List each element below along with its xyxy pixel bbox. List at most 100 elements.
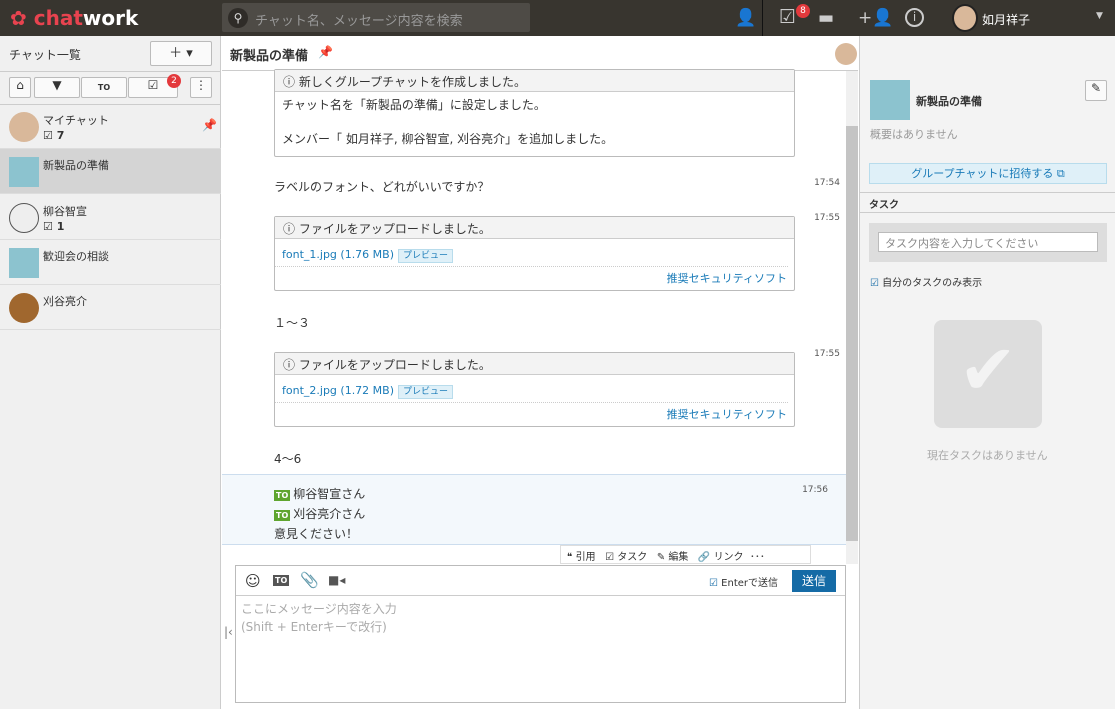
checkbox-icon: ☑: [709, 578, 718, 589]
label: リンク: [713, 552, 744, 563]
user-avatar[interactable]: [952, 4, 978, 32]
right-panel: 新製品の準備 ✎ 概要はありません グループチャットに招待する ⧉ タスク タス…: [859, 36, 1115, 709]
room-summary: 概要はありません: [870, 128, 958, 141]
sidebar-title: チャット一覧: [9, 48, 81, 62]
empty-task-icon: ✔: [934, 320, 1042, 428]
to-name: 刈谷亮介さん: [293, 507, 366, 521]
video-icon[interactable]: ■◂: [328, 573, 345, 587]
label: 引用: [575, 552, 596, 563]
preview-button[interactable]: プレビュー: [398, 249, 454, 263]
edit-button[interactable]: ✎ 編集: [657, 552, 689, 563]
pin-icon[interactable]: 📌: [318, 45, 333, 59]
invite-button[interactable]: グループチャットに招待する ⧉: [869, 163, 1107, 184]
file-message: ⓘ ファイルをアップロードしました。 font_1.jpg (1.76 MB) プ…: [274, 216, 795, 291]
chat-item[interactable]: 柳谷智宣 ☑ 1: [0, 195, 221, 240]
category-button[interactable]: ⋮: [190, 77, 212, 98]
chat-item-selected[interactable]: 新製品の準備: [0, 149, 221, 194]
task-badge: 8: [796, 4, 810, 18]
chat-item[interactable]: 刈谷亮介: [0, 285, 221, 330]
task-icon[interactable]: ☑: [779, 6, 796, 28]
to-filter-button[interactable]: TO: [81, 77, 127, 98]
search-placeholder: チャット名、メッセージ内容を検索: [255, 14, 463, 29]
label: タスク: [617, 552, 648, 563]
avatar: [9, 293, 39, 323]
task-count: ☑ 7: [43, 129, 65, 142]
group-icon: [9, 157, 39, 187]
count: 7: [56, 129, 65, 142]
more-button[interactable]: ･･･: [750, 552, 765, 563]
sys-header: ファイルをアップロードしました。: [298, 222, 491, 236]
pin-icon[interactable]: 📌: [202, 118, 217, 132]
user-menu-caret-icon[interactable]: ▼: [1096, 11, 1103, 21]
room-name: 新製品の準備: [916, 95, 982, 108]
system-message: ⓘ 新しくグループチャットを作成しました。 チャット名を「新製品の準備」に設定し…: [274, 69, 795, 157]
task-input[interactable]: タスク内容を入力してください: [878, 232, 1098, 252]
chat-name: 歓迎会の相談: [43, 250, 109, 263]
composer: ☺ TO 📎 ■◂ ☑ Enterで送信 送信 ここにメッセージ内容を入力 (S…: [235, 565, 846, 703]
placeholder: ここにメッセージ内容を入力: [241, 602, 397, 616]
chatwork-logo[interactable]: ✿ chatwork: [10, 6, 138, 30]
add-chat-button[interactable]: ＋ ▾: [150, 41, 212, 66]
message-text: 意見ください！: [274, 527, 359, 541]
collapse-left-icon[interactable]: |‹: [224, 625, 233, 639]
to-name: 柳谷智宣さん: [293, 487, 366, 501]
task-count: ☑ 1: [43, 220, 65, 233]
avatar: [9, 203, 39, 233]
chat-item-mychat[interactable]: マイチャット ☑ 7 📌: [0, 104, 221, 149]
file-link[interactable]: font_1.jpg (1.76 MB): [282, 248, 394, 261]
member: 如月祥子,: [345, 132, 398, 146]
chat-item[interactable]: 歓迎会の相談: [0, 240, 221, 285]
file-message: ⓘ ファイルをアップロードしました。 font_2.jpg (1.72 MB) プ…: [274, 352, 795, 427]
sys-line: チャット名を「新製品の準備」に設定しました。: [282, 98, 546, 112]
home-filter-button[interactable]: ⌂: [9, 77, 31, 98]
chat-name: 柳谷智宣: [43, 205, 87, 218]
sys-text: 」を追加しました。: [505, 132, 614, 146]
security-link[interactable]: 推奨セキュリティソフト: [667, 272, 787, 285]
chat-header: 新製品の準備 📌 +: [222, 36, 970, 71]
enter-send-checkbox[interactable]: ☑ Enterで送信: [709, 574, 778, 589]
add-contact-icon[interactable]: +👤: [858, 8, 893, 28]
unread-filter-button[interactable]: ▼: [34, 77, 80, 98]
file-link[interactable]: font_2.jpg (1.72 MB): [282, 384, 394, 397]
quote-button[interactable]: ❝ 引用: [567, 552, 596, 563]
message-input[interactable]: ここにメッセージ内容を入力 (Shift + Enterキーで改行): [236, 596, 845, 640]
logo-text-a: chat: [33, 6, 83, 30]
task-button[interactable]: ☑ タスク: [605, 552, 647, 563]
message-time: 17:56: [802, 485, 828, 495]
group-icon: [870, 80, 910, 120]
send-button[interactable]: 送信: [792, 570, 836, 592]
to-tag: TO: [274, 510, 291, 521]
info-icon: ⓘ: [283, 75, 299, 89]
group-icon: [9, 248, 39, 278]
member: 柳谷智宣,: [401, 132, 454, 146]
member-avatar[interactable]: [835, 43, 857, 65]
scrollbar[interactable]: [846, 71, 858, 564]
user-name[interactable]: 如月祥子: [982, 11, 1030, 28]
security-link[interactable]: 推奨セキュリティソフト: [667, 408, 787, 421]
support-icon[interactable]: 👤: [735, 8, 756, 28]
attach-icon[interactable]: 📎: [300, 571, 319, 589]
edit-room-button[interactable]: ✎: [1085, 80, 1107, 101]
task-icon: ☑: [147, 78, 159, 92]
my-tasks-checkbox[interactable]: ☑ 自分のタスクのみ表示: [870, 274, 982, 289]
info-icon: ⓘ: [283, 222, 299, 236]
message-action-bar: ❝ 引用 ☑ タスク ✎ 編集 🔗 リンク ･･･: [560, 545, 811, 564]
to-button[interactable]: TO: [273, 575, 290, 586]
sys-header: 新しくグループチャットを作成しました。: [298, 75, 526, 89]
chat-name: マイチャット: [43, 114, 109, 127]
message-text: １～３: [274, 316, 311, 330]
link-button[interactable]: 🔗 リンク: [698, 552, 744, 563]
to-tag: TO: [274, 490, 291, 501]
folder-icon[interactable]: ▬: [818, 8, 834, 28]
info-icon[interactable]: i: [905, 8, 924, 27]
home-icon: ⌂: [16, 78, 24, 92]
member: 刈谷亮介: [457, 132, 506, 146]
chat-name: 刈谷亮介: [43, 295, 87, 308]
preview-button[interactable]: プレビュー: [398, 385, 454, 399]
count: 1: [56, 220, 65, 233]
emoji-icon[interactable]: ☺: [245, 572, 261, 590]
search-input[interactable]: ⚲ チャット名、メッセージ内容を検索: [222, 3, 530, 32]
search-icon: ⚲: [228, 8, 248, 28]
sys-text: メンバー「: [282, 132, 343, 146]
checkbox-icon: ☑: [870, 278, 879, 289]
